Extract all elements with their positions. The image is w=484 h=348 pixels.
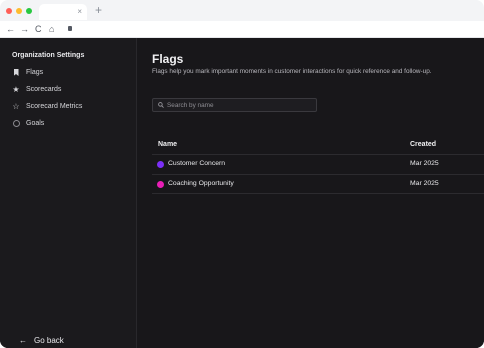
flags-panel: Flags Flags help you mark important mome…	[137, 38, 484, 348]
settings-sidebar: Organization Settings Flags ★ Scorecards…	[0, 38, 137, 348]
sidebar-item-label: Flags	[26, 69, 44, 76]
bookmark-icon	[12, 68, 20, 78]
page-title: Flags	[152, 52, 184, 66]
sidebar-item-goals[interactable]: Goals	[0, 116, 136, 132]
flag-color-swatch	[157, 161, 164, 168]
sidebar-item-label: Goals	[26, 120, 45, 127]
flag-created-date: Mar 2025	[410, 180, 439, 187]
star-icon: ★	[12, 85, 20, 94]
reload-icon[interactable]: C	[35, 23, 42, 35]
flag-created-date: Mar 2025	[410, 160, 439, 167]
search-icon	[158, 102, 164, 108]
table-row[interactable]: Coaching Opportunity Mar 2025	[152, 174, 484, 194]
sidebar-item-label: Scorecard Metrics	[26, 103, 83, 110]
tab-bar: × +	[0, 0, 484, 21]
flag-name: Customer Concern	[168, 160, 226, 167]
back-icon[interactable]: ←	[6, 23, 15, 35]
close-window-button[interactable]	[6, 8, 12, 14]
lock-icon	[68, 26, 72, 31]
browser-tab[interactable]: ×	[39, 4, 87, 20]
new-tab-icon[interactable]: +	[95, 2, 102, 18]
page-description: Flags help you mark important moments in…	[152, 68, 432, 75]
flag-name: Coaching Opportunity	[168, 180, 234, 187]
home-icon[interactable]: ⌂	[49, 23, 54, 35]
forward-icon[interactable]: →	[20, 23, 29, 35]
arrow-left-icon: ←	[19, 336, 27, 345]
go-back-label: Go back	[34, 336, 64, 345]
browser-window: × + ← → C ⌂ Organization Settings Flags …	[0, 0, 484, 348]
minimize-window-button[interactable]	[16, 8, 22, 14]
search-box[interactable]	[152, 98, 317, 112]
search-input[interactable]	[167, 100, 312, 110]
flag-color-swatch	[157, 181, 164, 188]
sidebar-item-scorecards[interactable]: ★ Scorecards	[0, 82, 136, 98]
browser-toolbar: ← → C ⌂	[0, 21, 484, 38]
tab-close-icon[interactable]: ×	[77, 5, 82, 19]
target-icon	[12, 119, 20, 129]
star-outline-icon: ☆	[12, 102, 20, 111]
app-content: Organization Settings Flags ★ Scorecards…	[0, 38, 484, 348]
column-header-name[interactable]: Name	[158, 141, 177, 148]
sidebar-item-scorecard-metrics[interactable]: ☆ Scorecard Metrics	[0, 99, 136, 115]
sidebar-item-label: Scorecards	[26, 86, 62, 93]
sidebar-item-flags[interactable]: Flags	[0, 65, 136, 81]
table-row[interactable]: Customer Concern Mar 2025	[152, 154, 484, 174]
maximize-window-button[interactable]	[26, 8, 32, 14]
column-header-created[interactable]: Created	[410, 141, 436, 148]
sidebar-heading: Organization Settings	[12, 52, 85, 59]
